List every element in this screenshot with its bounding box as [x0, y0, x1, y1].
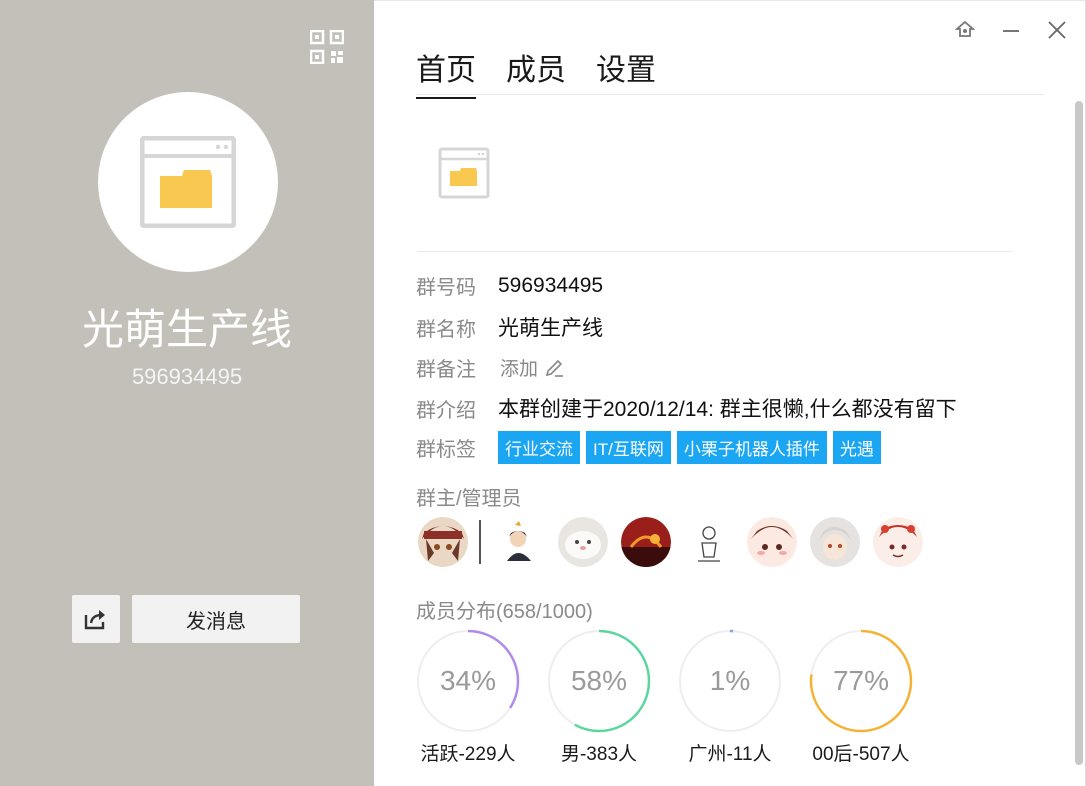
pin-icon[interactable]	[954, 19, 976, 41]
group-id: 596934495	[131, 364, 243, 389]
scrollbar[interactable]	[1075, 101, 1083, 765]
group-number-row: 群号码 596934495	[416, 271, 603, 300]
owner-admin-divider	[479, 520, 481, 564]
admin-list	[418, 517, 936, 567]
group-name-row: 群名称 光萌生产线	[416, 312, 603, 342]
group-remark-row: 群备注 添加	[416, 353, 564, 382]
tag-item[interactable]: 小栗子机器人插件	[676, 431, 827, 464]
group-profile-panel: 光萌生产线 596934495 发消息	[0, 0, 374, 786]
tag-item[interactable]: 行业交流	[498, 431, 580, 464]
share-icon	[84, 610, 105, 630]
group-detail-panel: 首页 成员 设置 群号码 596934495 群名称 光萌生产线 群备注 添加	[374, 0, 1086, 786]
group-avatar[interactable]	[98, 92, 278, 272]
admins-title: 群主/管理员	[416, 488, 522, 510]
admin-avatar[interactable]	[747, 517, 797, 567]
admin-avatar[interactable]	[495, 517, 545, 567]
member-stats: 34% 活跃-229人 58% 男-383人 1% 广州-11人 77% 00后…	[416, 629, 940, 766]
share-button[interactable]	[72, 595, 120, 643]
stat-active[interactable]: 34% 活跃-229人	[416, 629, 547, 766]
folder-window-icon	[140, 136, 236, 228]
add-remark-label: 添加	[500, 359, 539, 380]
group-intro-value: 本群创建于2020/12/14: 群主很懒,什么都没有留下	[498, 398, 957, 421]
group-intro-label: 群介绍	[416, 399, 476, 422]
close-icon[interactable]	[1046, 19, 1068, 41]
edit-pencil-icon	[545, 359, 564, 377]
stat-age[interactable]: 77% 00后-507人	[809, 629, 940, 766]
tab-members[interactable]: 成员	[506, 45, 566, 99]
stat-male[interactable]: 58% 男-383人	[547, 629, 678, 766]
member-distribution-title: 成员分布(658/1000)	[416, 595, 593, 624]
folder-window-icon	[438, 147, 490, 199]
stat-label: 活跃-229人	[420, 744, 516, 765]
stat-percent: 77%	[832, 665, 890, 696]
group-tags-row: 群标签 行业交流 IT/互联网 小栗子机器人插件 光遇	[416, 431, 887, 464]
add-remark-button[interactable]: 添加	[500, 354, 564, 381]
group-intro-row: 群介绍 本群创建于2020/12/14: 群主很懒,什么都没有留下	[416, 393, 957, 423]
group-number-value: 596934495	[498, 273, 604, 297]
stat-percent: 34%	[439, 665, 497, 696]
stat-ring: 1%	[678, 629, 782, 733]
tag-item[interactable]: 光遇	[832, 431, 881, 464]
admin-avatar[interactable]	[621, 517, 671, 567]
send-message-button[interactable]: 发消息	[132, 595, 300, 643]
group-album-thumbnail[interactable]	[438, 147, 490, 199]
owner-avatar[interactable]	[418, 517, 468, 567]
stat-ring: 77%	[809, 629, 913, 733]
tab-bar: 首页 成员 设置	[416, 45, 656, 99]
stat-percent: 1%	[709, 665, 751, 696]
group-number-label: 群号码	[416, 277, 476, 299]
tab-home[interactable]: 首页	[416, 45, 476, 99]
group-name-label: 群名称	[416, 318, 476, 341]
stat-label: 广州-11人	[688, 744, 772, 765]
admin-avatar[interactable]	[810, 517, 860, 567]
tab-divider	[416, 94, 1044, 95]
group-name: 光萌生产线	[81, 306, 292, 353]
qrcode-icon[interactable]	[309, 29, 345, 65]
stat-ring: 58%	[547, 629, 651, 733]
member-distribution-label: 成员分布	[416, 601, 496, 623]
admin-avatar[interactable]	[873, 517, 923, 567]
tag-list: 行业交流 IT/互联网 小栗子机器人插件 光遇	[498, 431, 887, 464]
admin-avatar[interactable]	[684, 517, 734, 567]
minimize-icon[interactable]	[1000, 19, 1022, 41]
stat-region[interactable]: 1% 广州-11人	[678, 629, 809, 766]
stat-ring: 34%	[416, 629, 520, 733]
admin-avatar[interactable]	[558, 517, 608, 567]
section-divider	[418, 251, 1012, 252]
stat-label: 男-383人	[560, 744, 638, 765]
stat-label: 00后-507人	[812, 744, 910, 765]
group-name-value: 光萌生产线	[498, 317, 603, 340]
stat-percent: 58%	[570, 665, 628, 696]
group-remark-label: 群备注	[416, 359, 476, 381]
member-count: (658/1000)	[496, 601, 593, 623]
group-tags-label: 群标签	[416, 439, 476, 461]
tag-item[interactable]: IT/互联网	[586, 431, 671, 464]
tab-settings[interactable]: 设置	[596, 45, 656, 99]
